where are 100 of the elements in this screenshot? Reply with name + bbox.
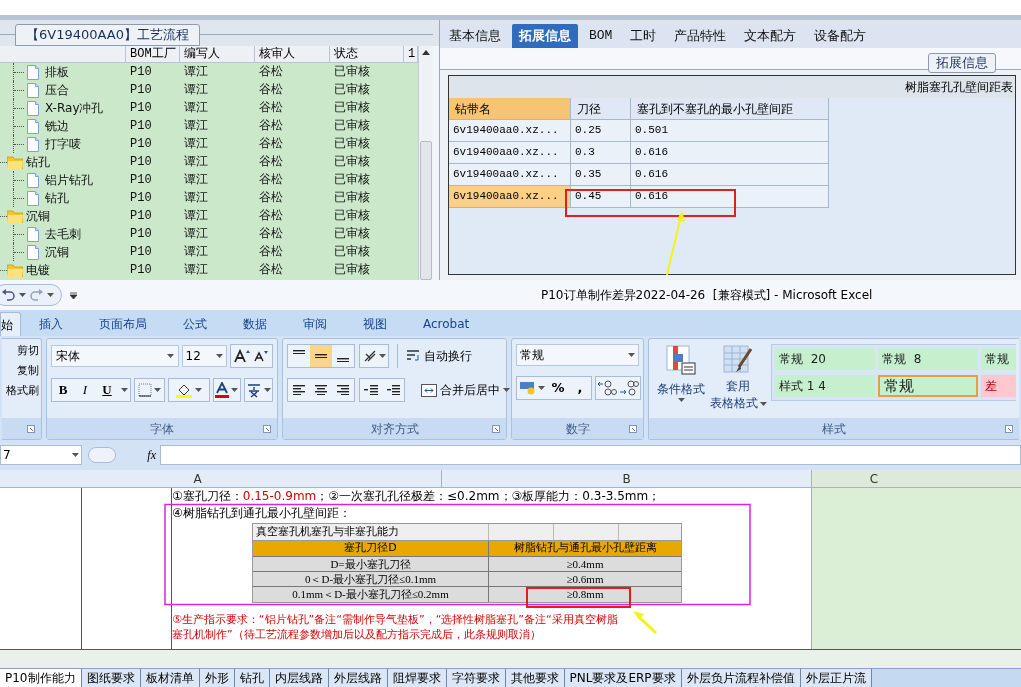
tab[interactable]: 基本信息: [442, 24, 508, 48]
sheet-tab[interactable]: 其他要求: [505, 669, 565, 687]
tree-row[interactable]: 铝片钻孔 P10 谭江 谷松 已审核: [0, 171, 418, 189]
font-color-icon[interactable]: [215, 382, 230, 398]
column-header[interactable]: 状态: [330, 46, 404, 62]
tree-row[interactable]: 电镀 P10 谭江 谷松 已审核: [0, 261, 418, 279]
dialog-launcher-icon[interactable]: [27, 425, 35, 433]
sheet-tab[interactable]: 字符要求: [446, 669, 506, 687]
font-style-button[interactable]: U: [96, 379, 118, 401]
table-row[interactable]: 6v19400aa0.xz... 0.35 0.616: [449, 164, 1015, 186]
tree-row[interactable]: 去毛刺 P10 谭江 谷松 已审核: [0, 225, 418, 243]
clipboard-button[interactable]: 剪切: [17, 344, 39, 358]
column-header[interactable]: C: [812, 470, 1021, 487]
conditional-format-button[interactable]: 条件格式: [653, 344, 709, 418]
shrink-font-icon[interactable]: [254, 350, 269, 362]
dialog-launcher-icon[interactable]: [492, 425, 500, 433]
sheet-tab[interactable]: 外层线路: [328, 669, 388, 687]
scroll-thumb[interactable]: [419, 141, 432, 280]
grow-font-icon[interactable]: [234, 349, 251, 363]
tree-row[interactable]: X-Ray冲孔 P10 谭江 谷松 已审核: [0, 99, 418, 117]
column-header[interactable]: 核审人: [255, 46, 330, 62]
decrease-decimal-icon[interactable]: [619, 380, 639, 396]
tree-row[interactable]: 压合 P10 谭江 谷松 已审核: [0, 81, 418, 99]
phonetic-guide-icon[interactable]: [246, 382, 263, 398]
tree-row[interactable]: 沉铜 P10 谭江 谷松 已审核: [0, 243, 418, 261]
number-style-button[interactable]: %: [547, 378, 569, 398]
wrap-text-button[interactable]: 自动换行: [406, 347, 472, 365]
ribbon-tab[interactable]: 数据: [225, 312, 285, 336]
scroll-up-icon[interactable]: [421, 50, 430, 55]
tree-row[interactable]: 钻孔 P10 谭江 谷松 已审核: [0, 189, 418, 207]
clipboard-button[interactable]: 复制: [17, 364, 39, 378]
tree-row[interactable]: 打字唛 P10 谭江 谷松 已审核: [0, 135, 418, 153]
tab[interactable]: 设备配方: [807, 24, 874, 48]
table-row[interactable]: 6v19400aa0.xz... 0.25 0.501: [449, 120, 1015, 142]
cell-style[interactable]: 常规 8: [878, 348, 978, 370]
name-box[interactable]: 7: [0, 445, 82, 465]
number-style-button[interactable]: ,: [569, 378, 591, 398]
sheet-tab[interactable]: 阻焊要求: [387, 669, 447, 687]
column-header[interactable]: 塞孔到不塞孔的最小孔壁间距: [631, 98, 829, 120]
tab[interactable]: 拓展信息: [512, 24, 578, 48]
insert-function-button[interactable]: fx: [147, 446, 156, 464]
clipboard-button[interactable]: 格式刷: [6, 384, 39, 398]
fill-color-icon[interactable]: [175, 382, 192, 398]
column-header[interactable]: BOM工厂: [126, 46, 180, 62]
ribbon-tab[interactable]: 视图: [345, 312, 405, 336]
ribbon-tab[interactable]: 审阅: [285, 312, 345, 336]
sheet-tab[interactable]: 钻孔: [234, 669, 270, 687]
ribbon-tab[interactable]: 页面布局: [81, 312, 165, 336]
dialog-launcher-icon[interactable]: [1005, 425, 1013, 433]
tab[interactable]: 文本配方: [737, 24, 804, 48]
sheet-tab[interactable]: 外层正片流: [800, 669, 872, 687]
sheet-tab[interactable]: 外层负片流程补偿值: [681, 669, 801, 687]
font-style-button[interactable]: B: [52, 379, 74, 401]
tree-row[interactable]: 排板 P10 谭江 谷松 已审核: [0, 63, 418, 81]
tree-node-label: X-Ray冲孔: [45, 100, 104, 117]
borders-icon[interactable]: [137, 383, 152, 397]
table-row[interactable]: 6v19400aa0.xz... 0.45 0.616: [449, 186, 1015, 208]
ribbon-tab[interactable]: 插入: [21, 312, 81, 336]
ribbon-tab[interactable]: 公式: [165, 312, 225, 336]
formula-resize-handle[interactable]: [88, 447, 116, 463]
tab[interactable]: 产品特性: [667, 24, 734, 48]
font-name-field[interactable]: 宋体: [51, 345, 179, 367]
column-header[interactable]: 编写人: [180, 46, 255, 62]
customize-toolbar-icon[interactable]: [70, 291, 77, 299]
ribbon-tab[interactable]: Acrobat: [405, 312, 488, 336]
cell-style[interactable]: 样式 1 4: [775, 375, 875, 397]
column-header[interactable]: 钻带名: [449, 98, 571, 120]
column-header[interactable]: A: [0, 470, 442, 487]
font-size-field[interactable]: 12: [181, 345, 227, 367]
table-row[interactable]: 6v19400aa0.xz... 0.3 0.616: [449, 142, 1015, 164]
scrollbar[interactable]: [418, 46, 432, 280]
increase-decimal-icon[interactable]: [597, 380, 617, 396]
cell-style[interactable]: 差: [981, 375, 1016, 397]
sheet-tab[interactable]: 图纸要求: [81, 669, 141, 687]
dialog-launcher-icon[interactable]: [263, 425, 271, 433]
ribbon-tab[interactable]: 始: [0, 312, 21, 336]
number-format-field[interactable]: 常规: [516, 344, 639, 366]
sheet-tab[interactable]: PNL要求及ERP要求: [564, 669, 682, 687]
cell-style[interactable]: 常规: [981, 348, 1016, 370]
dialog-launcher-icon[interactable]: [629, 425, 637, 433]
vertical-align-button[interactable]: [310, 345, 332, 367]
sheet-tab[interactable]: 内层线路: [269, 669, 329, 687]
currency-icon[interactable]: [519, 381, 536, 395]
formula-input[interactable]: [160, 445, 1021, 465]
cell-style[interactable]: 常规 20: [775, 348, 875, 370]
sheet-tab[interactable]: 外形: [199, 669, 235, 687]
sheet-tab[interactable]: P10制作能力: [0, 669, 82, 687]
format-table-button[interactable]: 套用 表格格式: [709, 344, 767, 418]
tree-row[interactable]: 钻孔 P10 谭江 谷松 已审核: [0, 153, 418, 171]
cell-style[interactable]: 常规: [878, 375, 978, 397]
font-style-button[interactable]: I: [74, 379, 96, 401]
tab[interactable]: BOM: [582, 24, 620, 48]
tab[interactable]: 工时: [623, 24, 664, 48]
merge-center-button[interactable]: 合并后居中: [421, 381, 510, 399]
undo-icon[interactable]: [2, 289, 15, 301]
sheet-tab[interactable]: 板材清单: [140, 669, 200, 687]
text-angle-icon[interactable]: [362, 349, 377, 363]
tree-row[interactable]: 铣边 P10 谭江 谷松 已审核: [0, 117, 418, 135]
tree-row[interactable]: 沉铜 P10 谭江 谷松 已审核: [0, 207, 418, 225]
column-header[interactable]: 刀径: [571, 98, 631, 120]
